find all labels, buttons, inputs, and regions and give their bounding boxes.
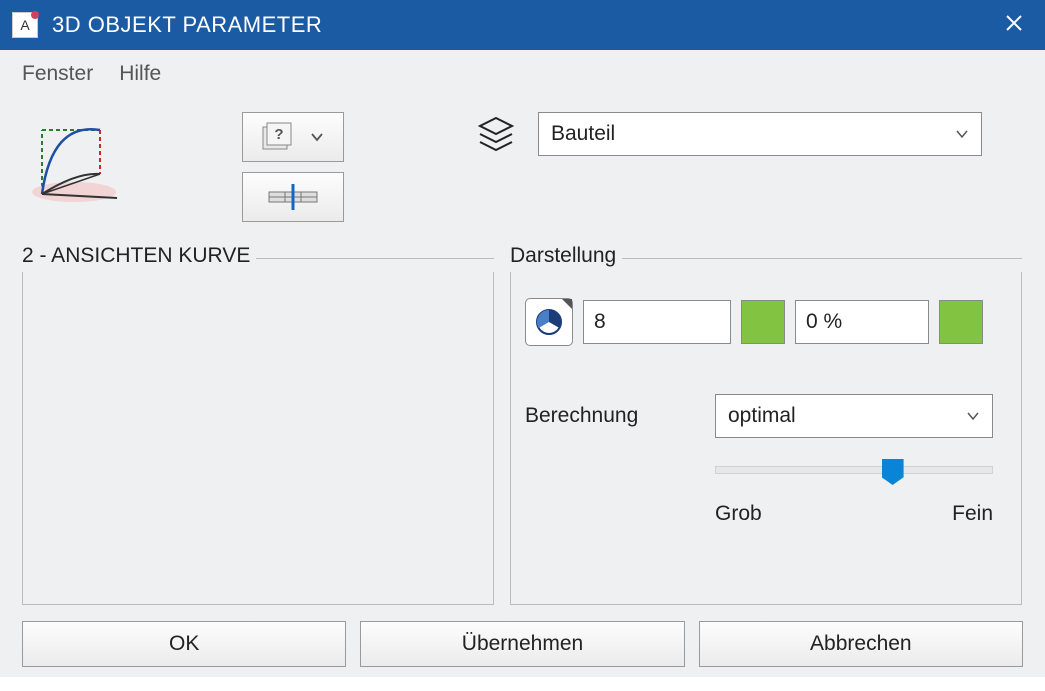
menu-help[interactable]: Hilfe xyxy=(119,62,161,86)
top-row: ? Bauteil xyxy=(22,112,1023,222)
bottom-buttons: OK Übernehmen Abbrechen xyxy=(22,621,1023,667)
calc-select[interactable]: optimal xyxy=(715,394,993,438)
curve-3d-preview-icon xyxy=(22,112,132,208)
tool-column: ? xyxy=(242,112,344,222)
pen-input[interactable]: 8 xyxy=(583,300,731,344)
pie-pen-icon xyxy=(534,307,564,337)
svg-text:?: ? xyxy=(274,126,283,143)
menubar: Fenster Hilfe xyxy=(0,50,1045,98)
app-icon-letter: A xyxy=(20,17,29,33)
apply-button[interactable]: Übernehmen xyxy=(360,621,684,667)
cancel-button[interactable]: Abbrechen xyxy=(699,621,1023,667)
right-panel-wrap: Darstellung 8 0 xyxy=(510,244,1022,605)
panels-row: 2 - ANSICHTEN KURVE Darstellung xyxy=(22,244,1023,605)
help-dropdown-button[interactable]: ? xyxy=(242,112,344,162)
quality-slider[interactable] xyxy=(715,466,993,474)
close-icon xyxy=(1005,14,1023,32)
ok-button[interactable]: OK xyxy=(22,621,346,667)
left-panel-wrap: 2 - ANSICHTEN KURVE xyxy=(22,244,494,605)
layers-icon xyxy=(474,112,518,156)
opacity-input[interactable]: 0 % xyxy=(795,300,929,344)
menu-window[interactable]: Fenster xyxy=(22,62,93,86)
section-plane-button[interactable] xyxy=(242,172,344,222)
pen-color-button[interactable] xyxy=(525,298,573,346)
calc-label: Berechnung xyxy=(525,404,655,428)
window-title: 3D OBJEKT PARAMETER xyxy=(52,12,995,38)
section-plane-icon xyxy=(265,182,321,212)
titlebar: A 3D OBJEKT PARAMETER xyxy=(0,0,1045,50)
quality-slider-thumb[interactable] xyxy=(882,459,904,485)
layer-select-wrap: Bauteil xyxy=(474,112,982,156)
right-panel-title: Darstellung xyxy=(510,244,622,268)
opacity-color-swatch[interactable] xyxy=(939,300,983,344)
quality-slider-wrap: Grob Fein xyxy=(715,466,993,526)
layer-select-value: Bauteil xyxy=(551,122,615,146)
content-area: ? Bauteil xyxy=(0,98,1045,677)
right-panel: 8 0 % Berechnung optimal xyxy=(510,272,1022,605)
chevron-down-icon xyxy=(955,127,969,141)
calc-value: optimal xyxy=(728,404,796,428)
left-panel xyxy=(22,272,494,605)
pen-opacity-row: 8 0 % xyxy=(525,298,1007,346)
layer-select[interactable]: Bauteil xyxy=(538,112,982,156)
left-panel-title: 2 - ANSICHTEN KURVE xyxy=(22,244,256,268)
calc-row: Berechnung optimal xyxy=(525,394,1007,438)
pen-value: 8 xyxy=(594,310,606,334)
help-box-icon: ? xyxy=(262,122,296,152)
app-icon: A xyxy=(12,12,38,38)
opacity-value: 0 % xyxy=(806,310,842,334)
pen-color-swatch[interactable] xyxy=(741,300,785,344)
close-button[interactable] xyxy=(995,8,1033,42)
chevron-down-icon xyxy=(966,409,980,423)
slider-min-label: Grob xyxy=(715,502,762,526)
chevron-down-icon xyxy=(310,130,324,144)
slider-max-label: Fein xyxy=(952,502,993,526)
